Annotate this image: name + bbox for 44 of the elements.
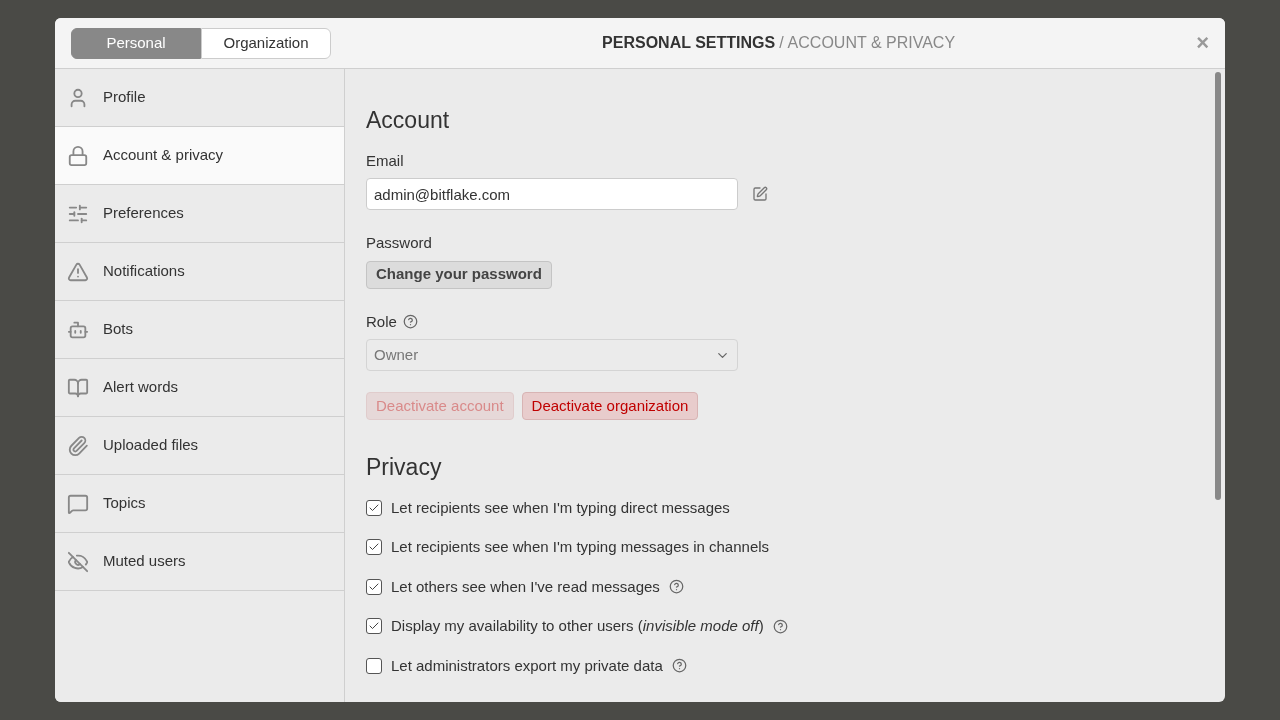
sidebar-item[interactable]: Alert words xyxy=(55,359,344,417)
checkbox[interactable] xyxy=(366,539,382,556)
checkbox[interactable] xyxy=(366,499,382,516)
checkbox[interactable] xyxy=(366,657,382,674)
title-separator: / xyxy=(779,33,784,53)
book-icon xyxy=(67,376,89,399)
settings-tab[interactable]: Organization xyxy=(201,27,331,59)
edit-icon[interactable] xyxy=(752,186,768,202)
sidebar-item[interactable]: Muted users xyxy=(55,533,344,591)
deactivate-button[interactable]: Deactivate organization xyxy=(521,392,699,420)
settings-tab[interactable]: Personal xyxy=(71,27,201,59)
paperclip-icon xyxy=(67,434,89,457)
field-label: Role xyxy=(366,311,397,332)
sidebar-item[interactable]: Topics xyxy=(55,475,344,533)
field-label: Password xyxy=(366,233,432,253)
checkbox[interactable] xyxy=(366,618,382,635)
help-icon[interactable] xyxy=(772,618,788,634)
help-icon[interactable] xyxy=(668,579,684,595)
scrollbar-thumb[interactable] xyxy=(1215,72,1221,500)
option-label: Let recipients see when I'm typing messages in channels xyxy=(391,537,770,557)
option-label: Display my availability to other users (invisible mode off) xyxy=(391,616,764,636)
checkbox[interactable] xyxy=(366,578,382,595)
lock-icon xyxy=(67,144,89,167)
section-heading: Account xyxy=(366,106,451,135)
help-icon[interactable] xyxy=(402,314,418,330)
help-icon[interactable] xyxy=(671,658,687,674)
option-label: Let administrators export my private data xyxy=(391,655,663,676)
section-title: PERSONAL SETTINGS xyxy=(602,33,776,53)
field-label: Email xyxy=(366,150,404,171)
option-label: Let recipients see when I'm typing direct messages xyxy=(391,497,730,518)
email-field[interactable]: admin@bitflake.com xyxy=(366,178,738,210)
sidebar-item[interactable]: Bots xyxy=(55,301,344,359)
page-title: ACCOUNT & PRIVACY xyxy=(787,33,956,53)
sidebar-item[interactable]: Notifications xyxy=(55,243,344,301)
sliders-icon xyxy=(67,202,89,225)
sidebar-item[interactable]: Preferences xyxy=(55,185,344,243)
change-password-button[interactable]: Change your password xyxy=(366,260,552,289)
warning-icon xyxy=(67,260,89,283)
section-heading: Privacy xyxy=(366,453,443,482)
sidebar-item[interactable]: Account & privacy xyxy=(55,127,344,185)
sidebar-item[interactable]: Uploaded files xyxy=(55,417,344,475)
eye-slash-icon xyxy=(67,550,89,573)
speech-bubble-icon xyxy=(67,492,89,515)
option-label: Let others see when I've read messages xyxy=(391,576,660,597)
